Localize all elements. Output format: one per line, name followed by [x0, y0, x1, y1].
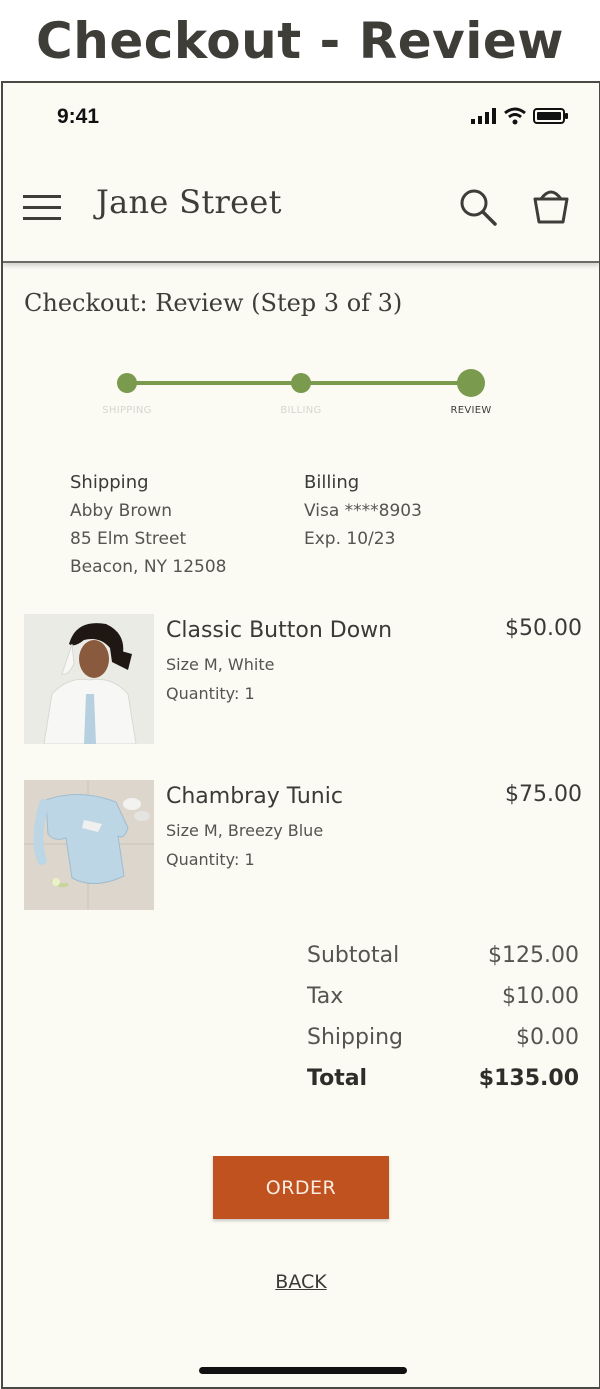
total-label: Total	[307, 1066, 368, 1091]
billing-expiry: Exp. 10/23	[304, 529, 396, 549]
shipping-info: Shipping Abby Brown 85 Elm Street Beacon…	[70, 469, 226, 581]
nav-bar: Jane Street	[3, 153, 599, 263]
shipping-street: 85 Elm Street	[70, 529, 187, 549]
step-label-shipping: SHIPPING	[102, 405, 152, 416]
billing-info: Billing Visa ****8903 Exp. 10/23	[304, 469, 422, 553]
shipping-row: Shipping $0.00	[307, 1025, 579, 1066]
search-icon[interactable]	[458, 187, 498, 227]
wifi-icon	[504, 107, 526, 125]
status-icons	[471, 107, 569, 125]
billing-card: Visa ****8903	[304, 501, 422, 521]
shipping-heading: Shipping	[70, 472, 149, 493]
shipping-cost-value: $0.00	[516, 1025, 579, 1050]
tax-row: Tax $10.00	[307, 984, 579, 1025]
home-indicator	[199, 1367, 407, 1374]
order-button[interactable]: ORDER	[213, 1156, 389, 1219]
item-variant: Size M, Breezy Blue	[166, 821, 324, 840]
tax-label: Tax	[307, 984, 344, 1009]
item-name[interactable]: Classic Button Down	[166, 618, 392, 643]
product-image-chambray-tunic	[24, 780, 154, 910]
subtotal-label: Subtotal	[307, 943, 400, 968]
cart-item: Chambray Tunic Size M, Breezy Blue Quant…	[24, 780, 584, 910]
cart-item: Classic Button Down Size M, White Quanti…	[24, 614, 584, 744]
progress-dot-shipping	[117, 373, 137, 393]
item-quantity: Quantity: 1	[166, 850, 255, 869]
back-link[interactable]: BACK	[3, 1271, 599, 1293]
order-totals: Subtotal $125.00 Tax $10.00 Shipping $0.…	[307, 943, 579, 1107]
status-time: 9:41	[57, 105, 100, 128]
hamburger-menu-icon[interactable]	[23, 193, 61, 223]
checkout-progress: SHIPPING BILLING REVIEW	[3, 369, 599, 429]
shipping-cost-label: Shipping	[307, 1025, 403, 1050]
item-price: $50.00	[505, 616, 582, 641]
billing-heading: Billing	[304, 472, 360, 493]
item-quantity: Quantity: 1	[166, 684, 255, 703]
shipping-city: Beacon, NY 12508	[70, 557, 227, 577]
item-variant: Size M, White	[166, 655, 275, 674]
shopping-bag-icon[interactable]	[531, 185, 571, 225]
total-row: Total $135.00	[307, 1066, 579, 1107]
progress-dot-billing	[291, 373, 311, 393]
checkout-title: Checkout: Review (Step 3 of 3)	[24, 289, 403, 317]
progress-dot-review	[457, 369, 485, 397]
item-name[interactable]: Chambray Tunic	[166, 784, 343, 809]
step-label-review: REVIEW	[450, 405, 492, 416]
shipping-name: Abby Brown	[70, 501, 173, 521]
status-bar: 9:41	[3, 83, 599, 153]
subtotal-row: Subtotal $125.00	[307, 943, 579, 984]
product-image-classic-button-down	[24, 614, 154, 744]
battery-icon	[533, 108, 568, 124]
page-heading: Checkout - Review	[36, 12, 564, 70]
item-price: $75.00	[505, 782, 582, 807]
subtotal-value: $125.00	[488, 943, 579, 968]
step-label-billing: BILLING	[280, 405, 322, 416]
tax-value: $10.00	[502, 984, 579, 1009]
cellular-signal-icon	[471, 108, 496, 124]
brand-logo[interactable]: Jane Street	[96, 183, 282, 221]
total-value: $135.00	[478, 1066, 579, 1091]
phone-frame: 9:41 Jane Street Checkout: Review (Step …	[1, 81, 600, 1389]
